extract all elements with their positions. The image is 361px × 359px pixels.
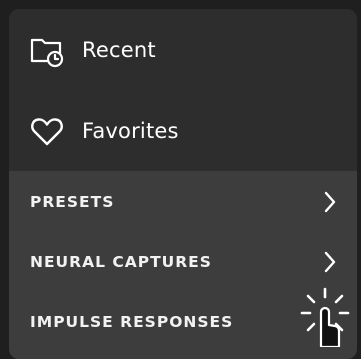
menu-item-label: Favorites (82, 118, 179, 143)
chevron-right-icon (324, 251, 336, 273)
folder-clock-icon (29, 32, 65, 68)
tap-gesture-icon (300, 287, 350, 347)
heart-icon (29, 113, 65, 149)
category-label: IMPULSE RESPONSES (30, 313, 234, 331)
category-label: PRESETS (30, 193, 115, 211)
menu-item-favorites[interactable]: Favorites (9, 90, 357, 171)
category-label: NEURAL CAPTURES (30, 253, 212, 271)
menu-item-presets[interactable]: PRESETS (9, 172, 357, 232)
menu-item-recent[interactable]: Recent (9, 9, 357, 90)
chevron-right-icon (324, 191, 336, 213)
menu-item-label: Recent (82, 37, 156, 62)
